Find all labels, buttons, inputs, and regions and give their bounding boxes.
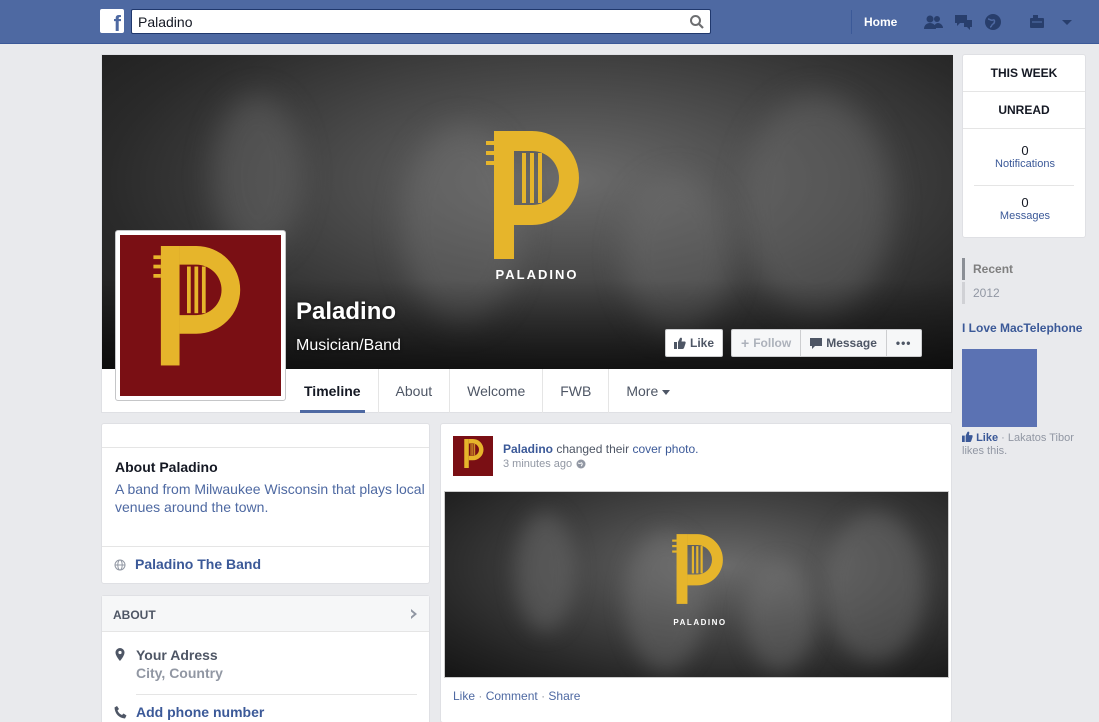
friends-icon[interactable]	[922, 11, 944, 33]
ad-like-link[interactable]: Like	[976, 432, 998, 444]
address-city: City, Country	[136, 665, 223, 681]
like-button-label: Like	[690, 336, 715, 350]
tab-welcome[interactable]: Welcome	[450, 369, 544, 413]
messages-label: Messages	[999, 210, 1051, 222]
page-stats-card: THIS WEEK UNREAD 0 Notifications 0 Messa…	[962, 54, 1086, 238]
thumbs-up-icon	[962, 431, 973, 442]
photo-figure	[515, 512, 575, 632]
notifications-stat[interactable]: 0 Notifications	[963, 143, 1087, 170]
post-cover-photo[interactable]: PALADINO	[444, 491, 949, 678]
message-icon	[810, 337, 823, 349]
post-header: Paladino changed their cover photo.	[503, 442, 698, 456]
timeline-years: Recent 2012	[962, 258, 1013, 306]
page-category[interactable]: Musician/Band	[296, 337, 401, 355]
notifications-count: 0	[1021, 143, 1029, 158]
about-description: A band from Milwaukee Wisconsin that pla…	[115, 481, 425, 515]
post-avatar[interactable]	[453, 436, 493, 476]
post-logo-text: PALADINO	[673, 618, 727, 627]
about-header[interactable]: ABOUT	[102, 596, 429, 632]
follow-button[interactable]: + Follow	[732, 330, 802, 356]
tab-more-label: More	[626, 383, 659, 399]
post-timestamp: 3 minutes ago	[503, 458, 586, 470]
chevron-down-icon[interactable]	[1056, 11, 1078, 33]
tab-fwb[interactable]: FWB	[543, 369, 610, 413]
globe-icon	[114, 559, 126, 571]
post-share-link[interactable]: Share	[548, 689, 580, 703]
address-line: Your Adress	[136, 647, 218, 663]
separator: ·	[478, 689, 483, 703]
page-name[interactable]: Paladino	[296, 298, 396, 326]
notifications-label: Notifications	[995, 158, 1055, 170]
tab-timeline[interactable]: Timeline	[287, 369, 379, 413]
search-input[interactable]	[138, 13, 678, 30]
ad-like-row: Like · Lakatos Tibor likes this.	[962, 431, 1086, 458]
page-header: PALADINO Paladino Musician/Band Like + F…	[101, 54, 953, 413]
messages-icon[interactable]	[952, 11, 974, 33]
top-icons	[922, 11, 1078, 33]
about-summary-card: About Paladino A band from Milwaukee Wis…	[101, 423, 430, 584]
divider	[136, 694, 417, 695]
add-phone-link[interactable]: Add phone number	[136, 704, 264, 720]
follow-button-label: Follow	[753, 336, 792, 350]
year-recent[interactable]: Recent	[962, 258, 1013, 280]
photo-figure	[745, 562, 815, 672]
messages-count: 0	[1021, 195, 1029, 210]
public-globe-icon	[576, 459, 586, 469]
paladino-logo-icon	[486, 131, 579, 259]
unread-tab[interactable]: UNREAD	[963, 92, 1085, 129]
photo-figure	[825, 512, 925, 662]
post-author-link[interactable]: Paladino	[503, 442, 553, 456]
facebook-logo[interactable]: f	[100, 9, 124, 33]
page-action-group: + Follow Message •••	[731, 329, 922, 357]
paladino-logo-icon	[464, 439, 484, 469]
ad-image[interactable]	[962, 349, 1037, 427]
chevron-right-icon	[411, 609, 417, 619]
search-icon[interactable]	[689, 14, 705, 30]
facebook-logo-letter: f	[113, 11, 121, 34]
globe-icon[interactable]	[982, 11, 1004, 33]
like-button[interactable]: Like	[665, 329, 724, 357]
divider	[102, 546, 429, 547]
profile-picture-image	[120, 235, 281, 396]
page-tabs: Timeline About Welcome FWB More	[287, 369, 687, 413]
separator: ·	[541, 689, 546, 703]
post-like-link[interactable]: Like	[453, 689, 475, 703]
post-actions: Like · Comment · Share	[453, 689, 580, 703]
thumbs-up-icon	[674, 337, 686, 349]
tab-more[interactable]: More	[609, 369, 687, 413]
messages-stat[interactable]: 0 Messages	[963, 195, 1087, 222]
year-2012[interactable]: 2012	[962, 282, 1013, 304]
top-navigation-bar: f Home	[0, 0, 1099, 44]
about-title: About Paladino	[115, 459, 218, 475]
card-top-strip	[102, 424, 429, 448]
website-link[interactable]: Paladino The Band	[135, 556, 261, 572]
message-button[interactable]: Message	[801, 330, 887, 356]
cover-actions: Like + Follow Message •••	[665, 329, 922, 357]
paladino-logo-icon	[672, 534, 723, 604]
location-pin-icon	[115, 648, 125, 661]
post-comment-link[interactable]: Comment	[486, 689, 538, 703]
post-action-text: changed their	[556, 442, 630, 456]
tab-about[interactable]: About	[379, 369, 451, 413]
caret-down-icon	[662, 389, 671, 395]
search-box	[131, 9, 711, 34]
post-time-text[interactable]: 3 minutes ago	[503, 458, 572, 470]
this-week-tab[interactable]: THIS WEEK	[963, 55, 1085, 92]
plus-icon: +	[741, 335, 750, 351]
home-link[interactable]: Home	[851, 10, 909, 34]
more-options-icon: •••	[895, 336, 912, 350]
post-object-link[interactable]: cover photo.	[632, 442, 698, 456]
privacy-icon[interactable]	[1026, 11, 1048, 33]
about-details-card: ABOUT Your Adress City, Country Add phon…	[101, 595, 430, 722]
timeline-post: Paladino changed their cover photo. 3 mi…	[440, 423, 952, 722]
ad-title[interactable]: I Love MacTelephone	[962, 322, 1086, 335]
message-button-label: Message	[826, 336, 877, 350]
about-heading: ABOUT	[113, 608, 156, 622]
phone-icon	[114, 706, 127, 719]
more-options-button[interactable]: •••	[887, 330, 921, 356]
paladino-logo-icon	[153, 246, 241, 366]
divider	[974, 185, 1074, 186]
profile-picture[interactable]	[115, 230, 286, 401]
